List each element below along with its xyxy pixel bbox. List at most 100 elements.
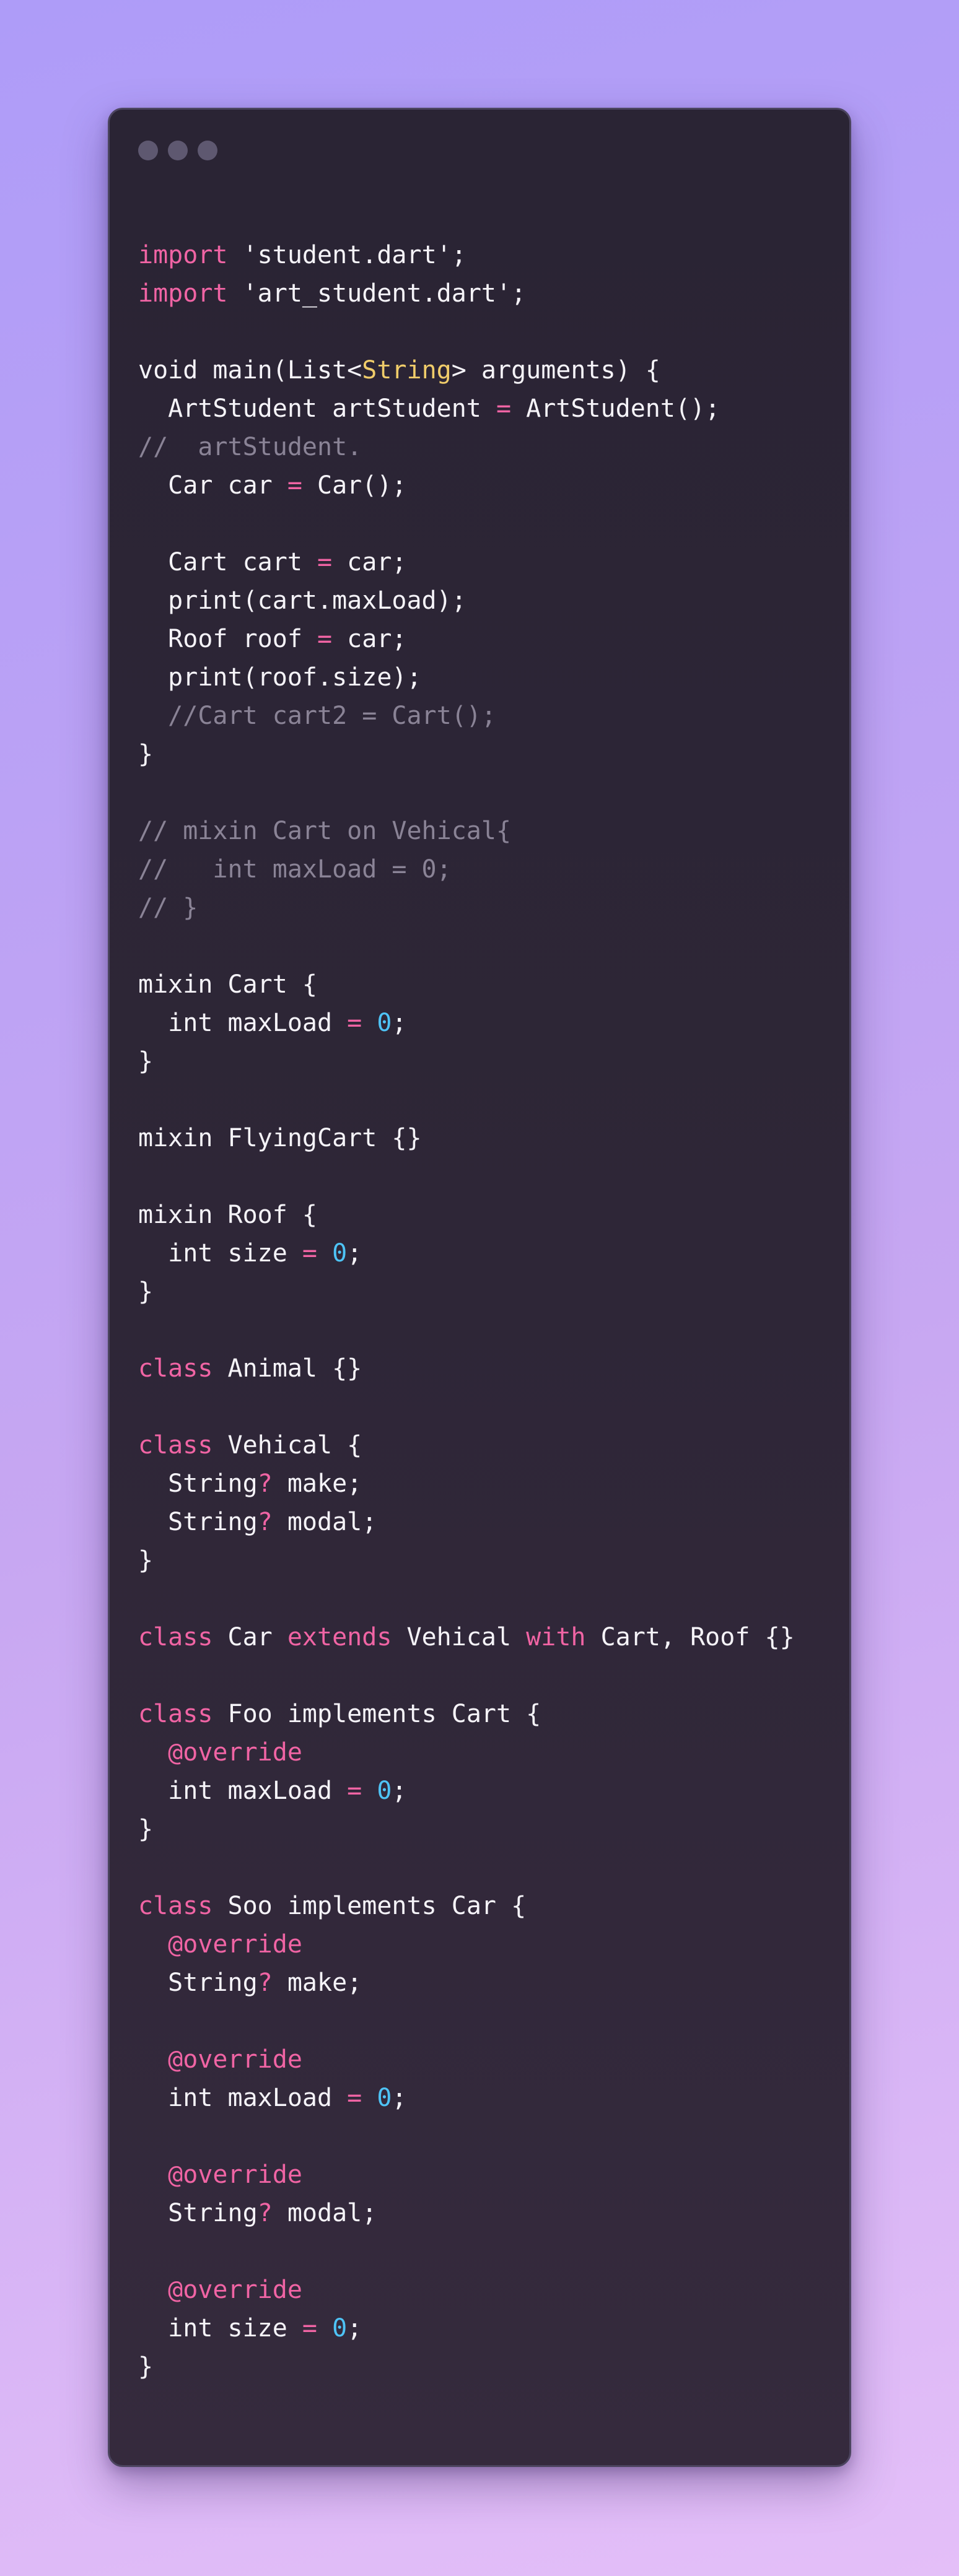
code-token-plain: 'art_student.dart'; (227, 279, 527, 308)
code-line: @override (138, 1925, 795, 1964)
code-window: import 'student.dart'; import 'art_studen… (108, 108, 851, 2467)
code-token-kw: @override (138, 2276, 302, 2304)
code-line: Cart cart = car; (138, 543, 795, 581)
code-token-kw: class (138, 1623, 213, 1651)
code-token-kw: = (347, 1009, 362, 1037)
code-token-plain: void main(List< (138, 356, 362, 385)
code-token-comment: // int maxLoad = 0; (138, 855, 452, 884)
code-token-plain: Car(); (302, 471, 407, 500)
code-line: int maxLoad = 0; (138, 1004, 795, 1042)
code-token-kw: with (526, 1623, 586, 1651)
code-token-plain: ; (392, 2084, 407, 2112)
code-token-plain: } (138, 2352, 154, 2381)
code-line: int maxLoad = 0; (138, 2079, 795, 2117)
close-dot[interactable] (138, 141, 158, 160)
code-line: mixin Roof { (138, 1196, 795, 1234)
code-token-kw: = (302, 1239, 317, 1268)
code-line: class Animal {} (138, 1349, 795, 1388)
code-token-kw: import (138, 279, 228, 308)
code-token-plain: String (138, 1969, 258, 1997)
code-token-kw: ? (257, 1469, 273, 1498)
code-token-type: String (362, 356, 452, 385)
code-line: String? modal; (138, 1503, 795, 1541)
code-line: class Car extends Vehical with Cart, Roo… (138, 1618, 795, 1656)
code-token-plain: mixin FlyingCart {} (138, 1124, 422, 1152)
code-token-plain: mixin Cart { (138, 970, 317, 999)
code-token-kw: ? (257, 1969, 273, 1997)
code-token-plain: int maxLoad (138, 2084, 348, 2112)
code-token-plain: int maxLoad (138, 1777, 348, 1805)
code-line: @override (138, 1733, 795, 1772)
code-token-kw: = (287, 471, 302, 500)
code-line: } (138, 1810, 795, 1848)
code-token-plain: } (138, 740, 154, 768)
code-token-plain: Soo implements Car { (212, 1892, 527, 1920)
code-line: mixin Cart { (138, 965, 795, 1004)
code-token-kw: ? (257, 1508, 273, 1536)
minimize-dot[interactable] (168, 141, 188, 160)
code-token-num: 0 (377, 2084, 392, 2112)
code-token-plain: print(roof.size); (138, 663, 422, 692)
code-token-plain: car; (332, 625, 407, 653)
code-token-plain: String (138, 1508, 258, 1536)
maximize-dot[interactable] (198, 141, 217, 160)
code-line: void main(List<String> arguments) { (138, 351, 795, 389)
code-token-plain: print(cart.maxLoad); (138, 586, 466, 615)
code-token-plain: mixin Roof { (138, 1201, 317, 1229)
code-token-kw: = (302, 2314, 317, 2343)
code-token-kw: @override (138, 1738, 302, 1767)
code-token-num: 0 (332, 2314, 348, 2343)
code-token-comment: // } (138, 894, 198, 922)
code-token-num: 0 (377, 1009, 392, 1037)
code-line: mixin FlyingCart {} (138, 1119, 795, 1157)
code-token-kw: class (138, 1354, 213, 1383)
code-token-plain: } (138, 1546, 154, 1575)
code-token-plain: } (138, 1277, 154, 1306)
code-token-plain: Roof roof (138, 625, 317, 653)
code-token-plain: ; (392, 1777, 407, 1805)
code-token-plain: String (138, 1469, 258, 1498)
code-line: // artStudent. (138, 428, 795, 466)
code-token-kw: ? (257, 2199, 273, 2227)
code-token-kw: extends (287, 1623, 392, 1651)
code-line: print(roof.size); (138, 658, 795, 697)
window-titlebar (138, 138, 217, 163)
code-line: } (138, 735, 795, 773)
code-line: @override (138, 2040, 795, 2079)
code-token-kw: = (496, 394, 512, 423)
code-line: Car car = Car(); (138, 466, 795, 505)
code-token-kw: class (138, 1892, 213, 1920)
code-token-plain: Car car (138, 471, 287, 500)
code-token-plain: int maxLoad (138, 1009, 348, 1037)
code-line: ArtStudent artStudent = ArtStudent(); (138, 389, 795, 428)
code-line: String? make; (138, 1964, 795, 2002)
code-token-plain: Foo implements Cart { (212, 1700, 541, 1728)
code-token-kw: @override (138, 1930, 302, 1959)
code-token-num: 0 (332, 1239, 348, 1268)
code-token-comment: // artStudent. (138, 433, 362, 461)
code-line: // int maxLoad = 0; (138, 850, 795, 889)
code-token-plain: ; (392, 1009, 407, 1037)
code-line: class Foo implements Cart { (138, 1695, 795, 1733)
code-line: int size = 0; (138, 1234, 795, 1273)
code-token-plain: int size (138, 2314, 302, 2343)
code-token-plain: Car (212, 1623, 287, 1651)
code-token-plain: ; (347, 1239, 362, 1268)
code-token-plain: ; (347, 2314, 362, 2343)
code-token-kw: import (138, 241, 228, 269)
code-line: int size = 0; (138, 2309, 795, 2348)
code-line: } (138, 2348, 795, 2386)
code-line: // mixin Cart on Vehical{ (138, 812, 795, 850)
